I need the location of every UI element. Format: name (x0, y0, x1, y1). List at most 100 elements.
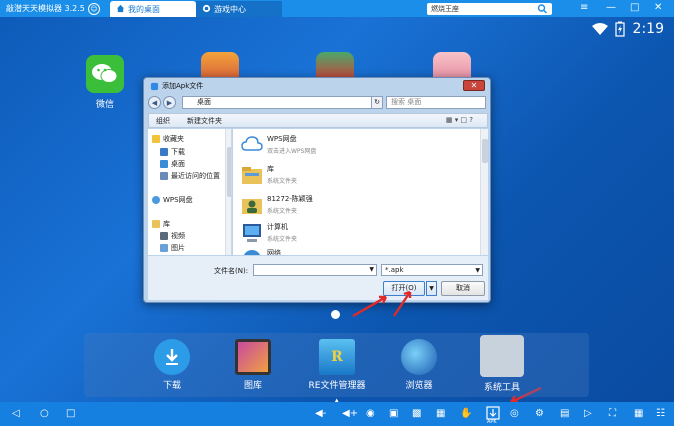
nav-item-desktop[interactable]: 桌面 (160, 159, 185, 169)
dock-app-gallery[interactable]: 图库 (218, 339, 288, 391)
nav-item-wps-drive[interactable]: WPS网盘 (152, 195, 193, 205)
cloud-icon (241, 136, 263, 151)
location-icon[interactable]: ◎ (510, 407, 519, 421)
nav-item-favorites[interactable]: 收藏夹 (152, 134, 184, 144)
refresh-icon[interactable]: ↻ (371, 96, 383, 109)
app-label: 系统工具 (483, 383, 520, 393)
file-item[interactable]: 网络 (241, 248, 281, 255)
file-list-scrollbar[interactable] (480, 129, 488, 255)
back-icon[interactable]: ◀ (148, 96, 161, 109)
nav-pane-scrollbar[interactable] (225, 129, 231, 255)
library-folder-icon (242, 167, 262, 184)
nav-item-videos[interactable]: 视频 (160, 231, 185, 241)
chevron-down-icon[interactable]: ▼ (475, 266, 480, 276)
file-item[interactable]: 计算机 系统文件夹 (241, 222, 297, 244)
minimize-icon[interactable]: — (606, 2, 616, 14)
scrollbar-thumb[interactable] (227, 147, 231, 197)
address-bar[interactable]: 桌面 ▼ (182, 96, 382, 109)
desktop-app-wechat[interactable]: 微信 (83, 55, 127, 110)
file-item[interactable]: WPS网盘 双击进入WPS网盘 (241, 134, 316, 156)
dock-app-browser[interactable]: 浏览器 (384, 339, 454, 391)
gamepad-icon[interactable]: ◉ (366, 407, 375, 421)
recent-apps-icon[interactable]: □ (66, 407, 75, 421)
screenshot-icon[interactable]: ▣ (389, 407, 398, 421)
view-options-icon[interactable]: ▦ ▾ □ ? (446, 116, 473, 124)
nav-item-pictures[interactable]: 图片 (160, 243, 185, 253)
star-icon (152, 135, 160, 143)
keyboard-icon[interactable]: ▦ (436, 407, 445, 421)
user-folder-icon (242, 199, 262, 214)
app-label: 浏览器 (405, 381, 433, 391)
address-text: 桌面 (197, 98, 211, 106)
library-icon (152, 220, 160, 228)
add-apk-file-dialog: 添加Apk文件 ✕ ◀ ▶ 桌面 ▼ ↻ 搜索 桌面 组织 新建文件夹 ▦ ▾ … (143, 77, 491, 303)
browser-globe-icon (401, 339, 437, 375)
address-row: ◀ ▶ 桌面 ▼ ↻ 搜索 桌面 (148, 95, 488, 110)
home-nav-icon[interactable]: ○ (40, 407, 49, 421)
tab-game-center[interactable]: 游戏中心 (196, 1, 282, 17)
app-title: 敲潜天天模拟器 3.2.5 (6, 4, 85, 13)
record-icon[interactable]: ▷ (584, 407, 592, 421)
app-label: 微信 (95, 100, 114, 110)
close-icon[interactable]: ✕ (654, 2, 662, 14)
fullscreen-icon[interactable]: ⛶ (609, 407, 616, 421)
file-item[interactable]: 81272-陈颖强 系统文件夹 (241, 194, 313, 216)
filename-label: 文件名(N): (214, 267, 249, 275)
cancel-button[interactable]: 取消 (441, 281, 485, 296)
wechat-icon (86, 55, 124, 93)
dock-app-re-file-manager[interactable]: R RE文件管理器 (299, 339, 375, 391)
organize-menu[interactable]: 组织 (156, 116, 170, 126)
dialog-app-icon (150, 82, 159, 90)
nav-item-downloads[interactable]: 下载 (160, 147, 185, 157)
tab-my-desktop[interactable]: 我的桌面 (110, 1, 196, 17)
nav-item-libraries[interactable]: 库 (152, 219, 170, 229)
home-icon (116, 4, 125, 13)
download-folder-icon (160, 148, 168, 156)
filename-input[interactable]: ▼ (253, 264, 377, 276)
multi-window-icon[interactable]: ▦ (634, 407, 643, 421)
game-icon-naruto[interactable] (201, 52, 239, 80)
more-icon[interactable]: ☷ (656, 407, 665, 421)
clock-time: 2:19 (632, 21, 664, 37)
scrollbar-thumb[interactable] (482, 139, 488, 163)
new-folder-button[interactable]: 新建文件夹 (187, 116, 222, 126)
search-icon[interactable] (537, 4, 548, 14)
file-item[interactable]: 库系统文件夹 (241, 164, 297, 186)
user-avatar-icon[interactable]: ☺ (88, 2, 100, 15)
app-label: 图库 (243, 381, 262, 391)
dialog-close-button[interactable]: ✕ (463, 80, 485, 91)
folder-share-icon[interactable]: ▤ (560, 407, 569, 421)
app-label: RE文件管理器 (308, 381, 366, 391)
apk-label: APK (487, 419, 497, 425)
gallery-icon (235, 339, 271, 375)
menu-icon[interactable]: ≡ (580, 2, 588, 14)
dock-app-download[interactable]: 下载 (137, 339, 207, 391)
forward-icon[interactable]: ▶ (163, 96, 176, 109)
picture-icon (160, 244, 168, 252)
re-file-manager-icon: R (319, 339, 355, 375)
volume-up-icon[interactable]: ◀+ (342, 407, 358, 421)
trash-icon[interactable]: ▩ (412, 407, 421, 421)
back-nav-icon[interactable]: ◁ (12, 407, 20, 421)
maximize-icon[interactable]: □ (630, 2, 639, 14)
game-icon-rpg[interactable] (316, 52, 354, 80)
nav-item-recent[interactable]: 最近访问的位置 (160, 171, 220, 181)
settings-icon[interactable]: ⚙ (535, 407, 544, 421)
video-icon (160, 232, 168, 240)
dialog-toolbar: 组织 新建文件夹 ▦ ▾ □ ? (148, 113, 488, 128)
search-input[interactable]: 燃烧王座 (427, 3, 552, 15)
volume-down-icon[interactable]: ◀- (315, 407, 326, 421)
folder-search-input[interactable]: 搜索 桌面 (386, 96, 486, 109)
file-type-select[interactable]: *.apk ▼ (381, 264, 483, 276)
dock-app-system-tools[interactable]: 系统工具 (467, 335, 537, 393)
game-center-icon (202, 4, 211, 13)
tab-label: 我的桌面 (128, 4, 160, 14)
game-icon-anime[interactable] (433, 52, 471, 80)
desktop-icon (160, 160, 168, 168)
emulator-title-bar: 敲潜天天模拟器 3.2.5 ☺ (0, 0, 674, 17)
shake-icon[interactable]: ✋ (460, 407, 472, 421)
chevron-down-icon[interactable]: ▼ (369, 266, 374, 273)
page-indicator (331, 310, 340, 319)
annotation-arrow-icon (352, 290, 412, 318)
android-status-bar: 2:19 (591, 21, 664, 37)
